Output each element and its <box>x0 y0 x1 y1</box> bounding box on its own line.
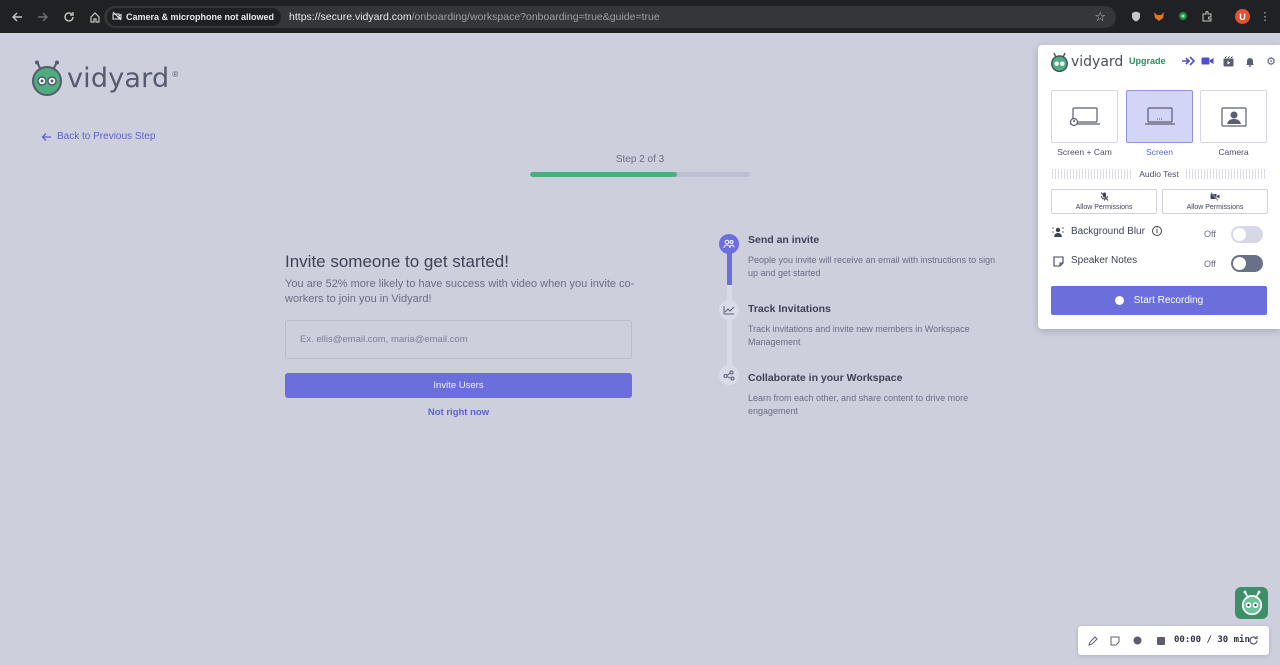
background-blur-toggle[interactable] <box>1231 226 1263 243</box>
back-link-label: Back to Previous Step <box>57 131 156 142</box>
record-dot-icon <box>1114 296 1124 305</box>
recording-timer: 00:00 / 30 min <box>1174 635 1250 645</box>
recorder-logo-text: vidyard <box>1071 54 1124 70</box>
notes-icon <box>1052 255 1064 267</box>
back-to-previous-step-link[interactable]: Back to Previous Step <box>41 131 155 142</box>
background-blur-label: Background Blur <box>1071 226 1145 237</box>
step-title-collaborate: Collaborate in your Workspace <box>748 372 903 384</box>
share-arrow-icon[interactable] <box>1181 54 1195 68</box>
start-recording-label: Start Recording <box>1133 295 1204 306</box>
notes-icon[interactable] <box>1108 634 1121 647</box>
toggle-knob <box>1233 257 1246 270</box>
gear-icon[interactable]: ⚙ <box>1264 54 1278 68</box>
bell-icon[interactable] <box>1243 54 1257 68</box>
url-host: https://secure.vidyard.com <box>289 11 412 23</box>
screen-cam-icon <box>1069 106 1100 126</box>
allow-permissions-label: Allow Permissions <box>1075 204 1133 211</box>
url-path: /onboarding/workspace?onboarding=true&gu… <box>411 11 660 23</box>
allow-mic-permissions-button[interactable]: Allow Permissions <box>1051 189 1157 214</box>
mode-camera[interactable] <box>1200 90 1267 143</box>
recording-control-bar: 00:00 / 30 min <box>1078 626 1269 655</box>
invite-title: Invite someone to get started! <box>285 252 509 271</box>
home-icon[interactable] <box>84 6 106 28</box>
mode-screen-cam[interactable] <box>1051 90 1118 143</box>
allow-camera-permissions-button[interactable]: Allow Permissions <box>1162 189 1268 214</box>
background-blur-state: Off <box>1204 229 1216 239</box>
forward-arrow-icon[interactable] <box>32 6 54 28</box>
upgrade-link[interactable]: Upgrade <box>1129 56 1166 66</box>
vidyard-bot-icon <box>1241 590 1262 616</box>
vidyard-bot-icon <box>1051 52 1068 72</box>
profile-avatar[interactable]: U <box>1235 9 1250 24</box>
registered-mark: ® <box>172 70 179 79</box>
mode-screen[interactable] <box>1126 90 1193 143</box>
speaker-notes-state: Off <box>1204 259 1216 269</box>
audio-test-label: Audio Test <box>1139 169 1179 179</box>
back-arrow-icon[interactable] <box>6 6 28 28</box>
recorder-logo: vidyard <box>1050 52 1123 72</box>
record-icon[interactable] <box>1131 634 1144 647</box>
pen-icon[interactable] <box>1086 634 1099 647</box>
user-portrait-icon <box>1220 106 1247 127</box>
speaker-notes-label: Speaker Notes <box>1071 255 1138 266</box>
audio-level-right <box>1186 169 1266 179</box>
start-recording-button[interactable]: Start Recording <box>1051 286 1267 315</box>
green-extension-icon[interactable] <box>1176 9 1190 23</box>
speaker-notes-toggle[interactable] <box>1231 255 1263 272</box>
url-text[interactable]: https://secure.vidyard.com/onboarding/wo… <box>289 11 660 23</box>
step-indicator: Step 2 of 3 <box>615 154 665 165</box>
mode-label-camera: Camera <box>1218 147 1249 157</box>
restart-icon[interactable] <box>1247 634 1260 647</box>
permission-chip[interactable]: Camera & microphone not allowed <box>107 8 282 26</box>
video-camera-icon[interactable] <box>1200 54 1214 68</box>
camera-off-icon <box>1210 192 1220 203</box>
mode-label-screen: Screen <box>1146 147 1173 157</box>
stop-icon[interactable] <box>1154 634 1167 647</box>
bookmark-star-icon[interactable]: ☆ <box>1094 9 1106 25</box>
audio-level-left <box>1052 169 1132 179</box>
progress-bar <box>530 172 750 177</box>
shield-extension-icon[interactable] <box>1129 9 1143 23</box>
invite-description: You are 52% more likely to have success … <box>285 278 635 305</box>
laptop-icon <box>1144 106 1175 125</box>
fox-extension-icon[interactable] <box>1152 9 1166 23</box>
info-icon[interactable]: i <box>1152 226 1162 236</box>
invite-users-button[interactable]: Invite Users <box>285 373 632 398</box>
puzzle-extensions-icon[interactable] <box>1200 9 1214 23</box>
camera-off-icon <box>112 11 122 23</box>
vidyard-logo: vidyard ® <box>30 60 178 96</box>
users-icon <box>719 234 739 254</box>
step-text-track-invitations: Track invitations and invite new members… <box>748 324 970 347</box>
recorder-panel: vidyard Upgrade ⚙ Screen + Cam Screen Ca… <box>1038 45 1280 329</box>
step-title-send-invite: Send an invite <box>748 234 820 246</box>
mic-off-icon <box>1100 192 1109 203</box>
logo-text: vidyard <box>67 62 170 94</box>
background-blur-icon <box>1052 226 1064 238</box>
arrow-left-icon <box>41 132 51 141</box>
progress-bar-fill <box>530 172 678 177</box>
vidyard-bot-icon <box>32 60 62 96</box>
chart-icon <box>719 300 739 320</box>
permission-chip-label: Camera & microphone not allowed <box>126 12 275 22</box>
step-title-track-invitations: Track Invitations <box>748 303 831 315</box>
allow-permissions-label: Allow Permissions <box>1186 204 1244 211</box>
step-text-send-invite: People you invite will receive an email … <box>748 255 996 278</box>
step-text-collaborate: Learn from each other, and share content… <box>748 393 969 416</box>
mode-label-screen-cam: Screen + Cam <box>1057 147 1112 157</box>
toggle-knob <box>1233 228 1246 241</box>
not-right-now-link[interactable]: Not right now <box>285 407 632 418</box>
vidyard-bot-button[interactable] <box>1235 587 1268 619</box>
address-bar[interactable]: Camera & microphone not allowed https://… <box>104 6 1116 28</box>
media-library-icon[interactable] <box>1221 54 1235 68</box>
browser-toolbar: Camera & microphone not allowed https://… <box>0 0 1280 33</box>
kebab-menu-icon[interactable]: ⋮ <box>1258 9 1272 23</box>
email-input[interactable] <box>285 320 632 359</box>
reload-icon[interactable] <box>58 6 80 28</box>
network-icon <box>719 365 739 385</box>
